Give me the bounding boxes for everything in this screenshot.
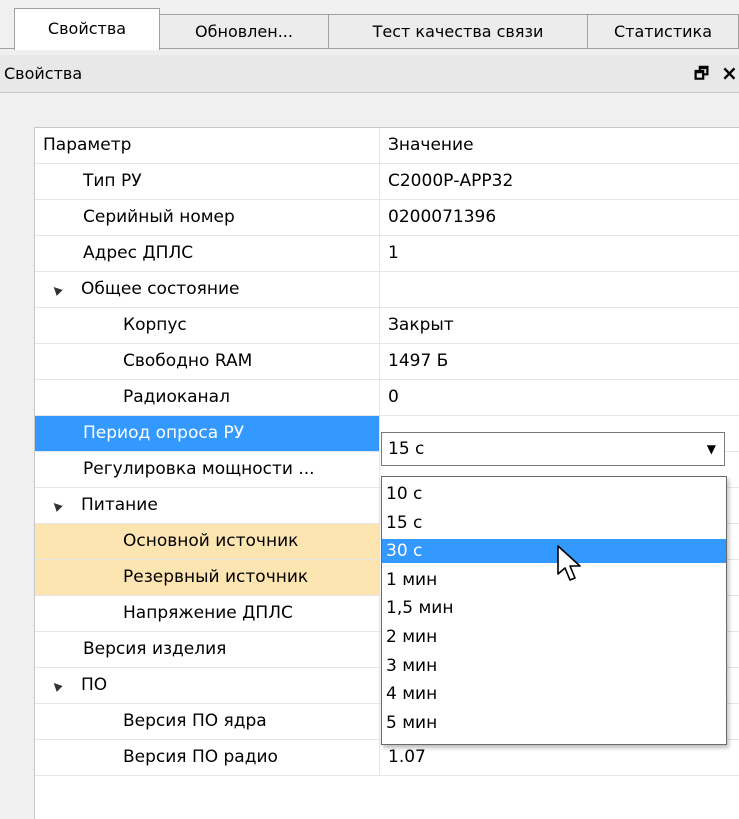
property-name: Напряжение ДПЛС (123, 603, 293, 623)
tab-updates[interactable]: Обновлен... (159, 14, 329, 48)
property-name: ПО (81, 675, 108, 695)
property-name: Версия изделия (83, 639, 227, 659)
property-value: С2000Р-АРР32 (388, 171, 514, 191)
property-name: Период опроса РУ (83, 423, 245, 443)
table-row[interactable]: Серийный номер 0200071396 (35, 200, 739, 236)
dropdown-option[interactable]: 2 мин (382, 625, 726, 649)
group-row[interactable]: ▲ Общее состояние (35, 272, 739, 308)
collapse-triangle-icon[interactable]: ▲ (41, 274, 72, 305)
collapse-triangle-icon[interactable]: ▲ (41, 490, 72, 521)
property-name: Регулировка мощности ... (83, 459, 315, 479)
property-value: 0 (388, 387, 399, 407)
dropdown-options-list[interactable]: 10 с 15 с 30 с1 мин 1,5 мин 2 мин 3 мин 4 мин 5… (381, 476, 727, 745)
column-separator (379, 596, 380, 632)
property-name: Тип РУ (83, 171, 142, 191)
column-separator (379, 524, 380, 560)
column-separator (379, 272, 380, 308)
column-separator (379, 308, 380, 344)
column-separator (379, 128, 380, 164)
property-name: Радиоканал (123, 387, 230, 407)
dropdown-option[interactable]: 3 мин (382, 654, 726, 678)
property-name: Резервный источник (123, 567, 309, 587)
property-name: Серийный номер (83, 207, 235, 227)
chevron-down-icon[interactable]: ▼ (707, 433, 716, 465)
column-separator (379, 344, 380, 380)
dropdown-option[interactable]: 5 мин (382, 711, 726, 735)
tab-properties[interactable]: Свойства (14, 8, 160, 50)
column-separator (379, 488, 380, 524)
property-value: 1 (388, 243, 399, 263)
tab-link-quality-test[interactable]: Тест качества связи (328, 14, 588, 48)
panel-header: Свойства 🗗 × (0, 55, 739, 93)
property-name: Питание (81, 495, 158, 515)
column-separator (379, 560, 380, 596)
property-name: Версия ПО радио (123, 747, 278, 767)
pin-window-icon[interactable]: 🗗 (694, 55, 709, 92)
property-name: Основной источник (123, 531, 299, 551)
property-value: Закрыт (388, 315, 454, 335)
poll-period-dropdown[interactable]: 15 с ▼ (381, 432, 725, 466)
column-separator (379, 416, 380, 452)
grid-header: Параметр Значение (35, 128, 739, 164)
column-separator (379, 452, 380, 488)
property-value: 1497 Б (388, 351, 449, 371)
panel-title: Свойства (4, 64, 83, 83)
column-separator (379, 380, 380, 416)
table-row[interactable]: Радиоканал 0 (35, 380, 739, 416)
table-row[interactable]: Тип РУ С2000Р-АРР32 (35, 164, 739, 200)
header-value: Значение (388, 135, 474, 155)
tab-statistics[interactable]: Статистика (587, 14, 739, 48)
dropdown-value: 15 с (388, 439, 425, 459)
property-value: 1.07 (388, 747, 426, 767)
table-row[interactable]: Версия ПО радио 1.07 (35, 740, 739, 776)
dropdown-option[interactable]: 15 с (382, 511, 726, 535)
collapse-triangle-icon[interactable]: ▲ (41, 670, 72, 701)
mouse-cursor-icon (557, 545, 581, 581)
dropdown-option[interactable]: 10 с (382, 482, 726, 506)
dropdown-option[interactable]: 1,5 мин (382, 596, 726, 620)
property-name: Общее состояние (81, 279, 240, 299)
table-row[interactable]: Свободно RAM 1497 Б (35, 344, 739, 380)
column-separator (379, 164, 380, 200)
column-separator (379, 236, 380, 272)
table-row[interactable]: Корпус Закрыт (35, 308, 739, 344)
column-separator (379, 200, 380, 236)
table-row[interactable]: Адрес ДПЛС 1 (35, 236, 739, 272)
property-name: Свободно RAM (123, 351, 253, 371)
column-separator (379, 668, 380, 704)
dropdown-option[interactable]: 4 мин (382, 682, 726, 706)
column-separator (379, 632, 380, 668)
header-param: Параметр (43, 135, 132, 155)
property-value: 0200071396 (388, 207, 497, 227)
property-name: Корпус (123, 315, 187, 335)
column-separator (379, 740, 380, 776)
property-name: Адрес ДПЛС (83, 243, 194, 263)
column-separator (379, 704, 380, 740)
tab-strip: Свойства Обновлен... Тест качества связи… (0, 0, 739, 50)
close-icon[interactable]: × (721, 55, 738, 92)
property-name: Версия ПО ядра (123, 711, 267, 731)
